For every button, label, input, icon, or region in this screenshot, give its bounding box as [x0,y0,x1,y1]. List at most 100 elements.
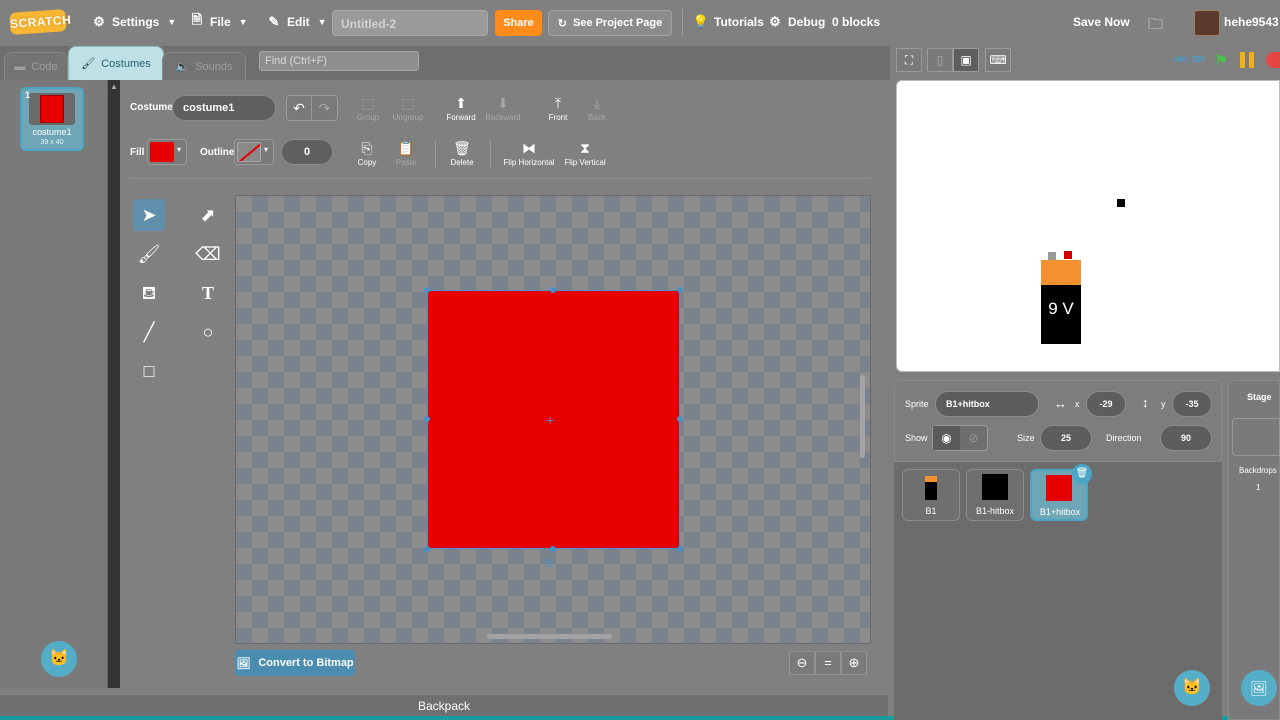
eraser-tool[interactable]: ⌫ [192,238,224,270]
trash-icon: 🗑 [453,140,471,156]
rectangle-icon: □ [143,361,155,381]
add-sprite-button[interactable]: 🐱 [1174,670,1210,706]
sprite-name-input[interactable]: B1+hitbox [935,391,1039,417]
direction-input[interactable]: 90 [1160,425,1212,451]
edit-menu[interactable]: ✎ Edit ▼ [267,14,327,29]
debug-label: Debug [788,15,826,29]
y-input[interactable]: -35 [1172,391,1212,417]
tab-costumes[interactable]: 🖌 Costumes [68,46,164,80]
delete-sprite-button[interactable]: 🗑 [1072,464,1092,484]
brush-tool[interactable]: 🖌 [133,238,165,270]
canvas-vertical-scrollbar[interactable] [860,375,865,458]
resize-handle[interactable] [424,546,430,552]
pause-icon[interactable] [1240,52,1254,68]
scroll-up-icon[interactable]: ▲ [110,82,118,91]
eye-icon[interactable]: ◉ [933,426,960,450]
line-tool[interactable]: ╱ [133,316,165,348]
undo-icon[interactable]: ↶ [287,96,313,120]
eye-closed-icon[interactable]: ⊘ [960,426,987,450]
normal-stage-button[interactable]: ▣ [953,48,979,72]
costume-tile[interactable]: 1 costume1 39 x 40 [20,87,84,151]
find-input[interactable]: Find (Ctrl+F) [259,51,419,71]
rectangle-tool[interactable]: □ [133,355,165,387]
resize-handle[interactable] [424,416,430,422]
delete-button[interactable]: 🗑 Delete [447,140,477,167]
zoom-reset-button[interactable]: = [815,651,841,675]
flip-horizontal-icon: ⧓ [522,140,536,156]
convert-to-bitmap-button[interactable]: 🖼 Convert to Bitmap [235,650,355,676]
debug-menu[interactable]: ⚙ Debug [768,14,826,29]
reshape-tool[interactable]: ⬈ [192,199,224,231]
green-flag-icon[interactable]: ⚑ [1214,51,1228,71]
backward-button[interactable]: ⬇ Backward [482,95,524,122]
backdrops-count: 1 [1256,483,1261,492]
canvas-horizontal-scrollbar[interactable] [487,634,612,639]
fullscreen-button[interactable]: ⛶ [896,48,922,72]
sprite-tile[interactable]: B1 [902,469,960,521]
resize-handle[interactable] [424,287,430,293]
stage-thumbnail[interactable] [1232,418,1280,456]
flip-vertical-button[interactable]: ⧗ Flip Vertical [562,140,608,167]
scratch-logo[interactable]: SCRATCH [9,9,72,35]
back-button[interactable]: ⤓ Back [584,95,610,122]
costume-list-scrollbar[interactable]: ▲ [108,80,120,688]
copy-button[interactable]: ⎘ Copy [354,140,380,167]
outline-color-picker[interactable]: ▾ [234,139,274,165]
username[interactable]: hehe9543 [1224,15,1279,29]
vertical-arrows-icon: ↕ [1142,395,1149,410]
see-project-label: See Project Page [572,17,663,29]
resize-handle[interactable] [677,416,683,422]
tab-code[interactable]: ▬ Code [4,52,68,80]
stop-icon[interactable] [1266,52,1280,68]
zoom-out-icon: ⊖ [796,655,808,670]
zoom-reset-label: = [824,655,832,670]
rotate-handle-icon[interactable]: ↻ [544,556,555,572]
small-stage-button[interactable]: ▯ [927,48,953,72]
outline-width-input[interactable]: 0 [281,139,333,165]
front-button[interactable]: ⤒ Front [544,95,572,122]
file-label: File [210,15,231,29]
flip-vertical-icon: ⧗ [580,140,590,156]
sprite-tile[interactable]: B1-hitbox [966,469,1024,521]
see-project-page-button[interactable]: ↻ See Project Page [548,10,672,36]
x-input[interactable]: -29 [1086,391,1126,417]
console-button[interactable]: ⌨ [985,48,1011,72]
tutorials-menu[interactable]: 💡 Tutorials [693,14,764,29]
fill-color-picker[interactable]: ▾ [147,139,187,165]
ungroup-button[interactable]: ⬚ Ungroup [390,95,426,122]
add-costume-button[interactable]: 🐱 [41,641,77,677]
group-icon: ⬚ [361,95,375,111]
costume-number: 1 [25,90,31,100]
fill-tool[interactable]: ⛾ [133,277,165,309]
flip-horizontal-button[interactable]: ⧓ Flip Horizontal [500,140,558,167]
file-menu[interactable]: 🗎 File ▼ [190,12,248,29]
chevron-down-icon: ▼ [167,17,177,27]
save-now-button[interactable]: Save Now [1073,15,1130,29]
add-backdrop-button[interactable]: 🖼 [1241,670,1277,706]
share-button[interactable]: Share [495,10,542,36]
group-button[interactable]: ⬚ Group [354,95,382,122]
resize-handle[interactable] [550,546,556,552]
resize-handle[interactable] [677,546,683,552]
zoom-out-button[interactable]: ⊖ [789,651,815,675]
resize-handle[interactable] [677,287,683,293]
paste-button[interactable]: 📋 Paste [392,140,420,167]
zoom-in-icon: ⊕ [848,655,860,670]
avatar[interactable] [1194,10,1220,36]
tab-sounds[interactable]: 🔈 Sounds [162,52,246,80]
circle-tool[interactable]: ○ [192,316,224,348]
project-title-input[interactable]: Untitled-2 [332,10,488,36]
costume-name-input[interactable]: costume1 [172,95,276,121]
redo-icon[interactable]: ↷ [312,96,337,120]
resize-handle[interactable] [550,287,556,293]
forward-button[interactable]: ⬆ Forward [444,95,478,122]
selected-red-rectangle[interactable]: + [427,290,680,549]
select-tool[interactable]: ➤ [133,199,165,231]
folder-icon[interactable]: 🗀 [1148,14,1163,39]
size-input[interactable]: 25 [1040,425,1092,451]
settings-menu[interactable]: ⚙ Settings ▼ [92,14,177,29]
toolbar-divider [435,140,436,168]
stage-canvas[interactable]: 9 V [896,80,1280,372]
text-tool[interactable]: T [192,277,224,309]
zoom-in-button[interactable]: ⊕ [841,651,867,675]
